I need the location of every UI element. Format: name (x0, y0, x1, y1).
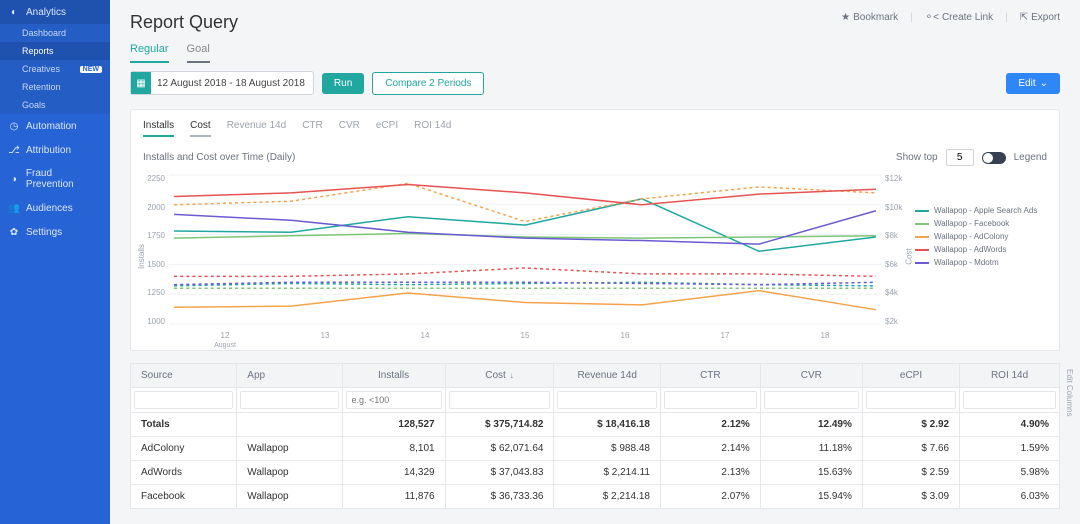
y-left-label: Installs (137, 244, 146, 269)
sidebar-item-audiences[interactable]: 👥Audiences (0, 196, 110, 220)
date-range-text: 12 August 2018 - 18 August 2018 (157, 78, 305, 89)
legend-item[interactable]: Wallapop - Apple Search Ads (915, 206, 1047, 215)
x-axis: 12August 131415161718 (169, 331, 881, 349)
sidebar-label: Analytics (26, 7, 66, 18)
shield-icon: ◑ (8, 173, 20, 185)
tab-regular[interactable]: Regular (130, 37, 169, 63)
table-row[interactable]: AdWordsWallapop14,329$ 37,043.83$ 2,214.… (131, 461, 1060, 485)
column-filter-input[interactable] (240, 391, 338, 409)
run-button[interactable]: Run (322, 73, 364, 94)
sidebar-sub-creatives[interactable]: CreativesNEW (0, 60, 110, 78)
edit-button[interactable]: Edit⌄ (1006, 73, 1060, 94)
y-right-label: Cost (904, 248, 913, 264)
gear-icon: ✿ (8, 226, 20, 238)
report-tabs: Regular Goal (110, 33, 1080, 63)
column-filter-input[interactable] (346, 391, 442, 409)
export-button[interactable]: ⇱Export (1020, 12, 1060, 23)
sort-desc-icon: ↓ (510, 371, 514, 380)
main-content: Report Query ★Bookmark | ⚬<Create Link |… (110, 0, 1080, 524)
col-header[interactable]: Cost↓ (445, 364, 554, 388)
top-n-input[interactable] (946, 149, 974, 166)
tab-goal[interactable]: Goal (187, 37, 210, 63)
col-header[interactable]: App (237, 364, 342, 388)
col-header[interactable]: CVR (760, 364, 862, 388)
legend-item[interactable]: Wallapop - AdWords (915, 245, 1047, 254)
chart: 12August 131415161718 (169, 172, 881, 342)
legend-toggle[interactable] (982, 152, 1006, 164)
legend-item[interactable]: Wallapop - AdColony (915, 232, 1047, 241)
data-table: SourceAppInstallsCost↓Revenue 14dCTRCVRe… (130, 363, 1060, 509)
tab-revenue14d[interactable]: Revenue 14d (227, 120, 287, 137)
clock-icon: ◷ (8, 120, 20, 132)
table-row[interactable]: FacebookWallapop11,876$ 36,733.36$ 2,214… (131, 485, 1060, 509)
column-filter-input[interactable] (963, 391, 1056, 409)
legend-item[interactable]: Wallapop - Mdotm (915, 258, 1047, 267)
col-header[interactable]: eCPI (862, 364, 959, 388)
tab-roi14d[interactable]: ROI 14d (414, 120, 451, 137)
legend-item[interactable]: Wallapop - Facebook (915, 219, 1047, 228)
metric-tabs: Installs Cost Revenue 14d CTR CVR eCPI R… (131, 110, 1059, 143)
chart-panel: Installs Cost Revenue 14d CTR CVR eCPI R… (130, 109, 1060, 351)
sidebar-item-analytics[interactable]: ◐ Analytics (0, 0, 110, 24)
compare-button[interactable]: Compare 2 Periods (372, 72, 484, 95)
sidebar-item-attribution[interactable]: ⎇Attribution (0, 138, 110, 162)
column-filter-input[interactable] (866, 391, 956, 409)
page-title: Report Query (130, 12, 238, 33)
legend-swatch (915, 223, 929, 225)
bookmark-button[interactable]: ★Bookmark (841, 12, 898, 23)
tab-ctr[interactable]: CTR (302, 120, 323, 137)
show-top-label: Show top (896, 152, 938, 163)
legend-swatch (915, 249, 929, 251)
col-header[interactable]: ROI 14d (960, 364, 1060, 388)
header-actions: ★Bookmark | ⚬<Create Link | ⇱Export (841, 12, 1060, 23)
new-badge: NEW (80, 66, 102, 73)
gauge-icon: ◐ (8, 6, 20, 18)
legend-label: Legend (1014, 152, 1047, 163)
page-header: Report Query ★Bookmark | ⚬<Create Link |… (110, 0, 1080, 33)
legend-swatch (915, 262, 929, 264)
sidebar-sub-reports[interactable]: Reports (0, 42, 110, 60)
edit-columns-button[interactable]: Edit Columns (1065, 369, 1074, 417)
date-range-picker[interactable]: ▦ 12 August 2018 - 18 August 2018 (130, 71, 314, 95)
col-header[interactable]: Installs (342, 364, 445, 388)
sidebar-sub-goals[interactable]: Goals (0, 96, 110, 114)
chart-legend: Wallapop - Apple Search Ads Wallapop - Fa… (907, 172, 1047, 342)
create-link-button[interactable]: ⚬<Create Link (925, 12, 993, 23)
query-controls: ▦ 12 August 2018 - 18 August 2018 Run Co… (110, 63, 1080, 109)
column-filter-input[interactable] (134, 391, 233, 409)
legend-swatch (915, 210, 929, 212)
filter-row (131, 388, 1060, 413)
totals-row: Totals128,527$ 375,714.82$ 18,416.182.12… (131, 413, 1060, 437)
share-icon: ⚬< (925, 12, 939, 23)
chevron-down-icon: ⌄ (1040, 78, 1048, 89)
tab-installs[interactable]: Installs (143, 120, 174, 137)
tab-cost[interactable]: Cost (190, 120, 211, 137)
sidebar-sub-dashboard[interactable]: Dashboard (0, 24, 110, 42)
column-filter-input[interactable] (557, 391, 657, 409)
sidebar-item-settings[interactable]: ✿Settings (0, 220, 110, 244)
y-axis-left: 225020001750150012501000 (143, 172, 169, 342)
table-row[interactable]: AdColonyWallapop8,101$ 62,071.64$ 988.48… (131, 437, 1060, 461)
chart-title: Installs and Cost over Time (Daily) (143, 152, 295, 163)
legend-swatch (915, 236, 929, 238)
sidebar-item-automation[interactable]: ◷Automation (0, 114, 110, 138)
data-table-wrap: Edit Columns SourceAppInstallsCost↓Reven… (130, 363, 1060, 509)
tab-cvr[interactable]: CVR (339, 120, 360, 137)
tree-icon: ⎇ (8, 144, 20, 156)
column-filter-input[interactable] (764, 391, 859, 409)
column-filter-input[interactable] (449, 391, 551, 409)
col-header[interactable]: Source (131, 364, 237, 388)
tab-ecpi[interactable]: eCPI (376, 120, 398, 137)
sidebar-item-fraud[interactable]: ◑Fraud Prevention (0, 162, 110, 196)
users-icon: 👥 (8, 202, 20, 214)
export-icon: ⇱ (1020, 12, 1028, 23)
col-header[interactable]: CTR (660, 364, 760, 388)
column-filter-input[interactable] (664, 391, 757, 409)
sidebar: ◐ Analytics Dashboard Reports CreativesN… (0, 0, 110, 524)
y-axis-right: $12k$10k$8k$6k$4k$2k (881, 172, 907, 342)
calendar-icon: ▦ (131, 72, 151, 94)
sidebar-sub-retention[interactable]: Retention (0, 78, 110, 96)
col-header[interactable]: Revenue 14d (554, 364, 661, 388)
star-icon: ★ (841, 12, 850, 23)
